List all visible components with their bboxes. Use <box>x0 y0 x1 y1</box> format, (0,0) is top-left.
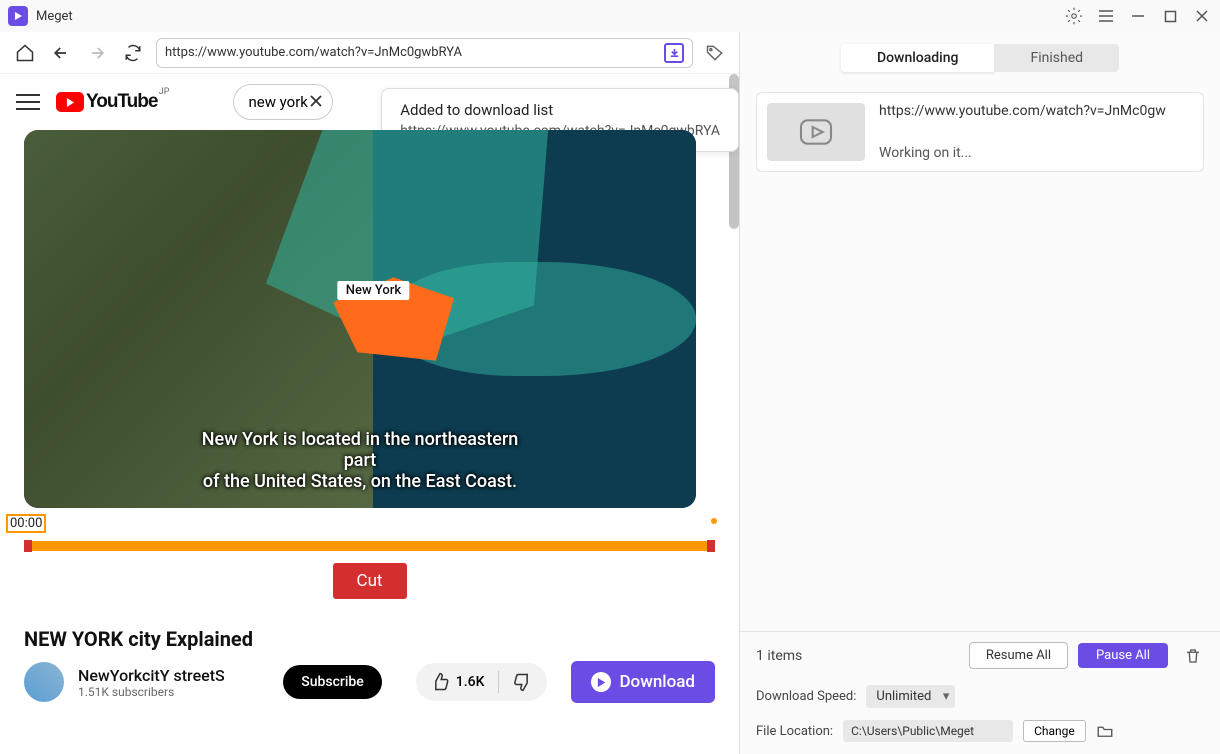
close-button[interactable] <box>1192 6 1212 26</box>
dislike-button[interactable] <box>499 663 547 701</box>
youtube-menu-icon[interactable] <box>16 90 40 114</box>
subscribe-button[interactable]: Subscribe <box>283 665 382 699</box>
youtube-logo[interactable]: YouTube JP <box>56 91 157 113</box>
url-input[interactable] <box>165 45 664 60</box>
open-folder-icon[interactable] <box>1096 722 1114 740</box>
url-bar[interactable] <box>156 38 693 68</box>
file-location-input[interactable] <box>843 720 1013 742</box>
video-title: NEW YORK city Explained <box>24 627 715 651</box>
download-pane: Downloading Finished https://www.youtube… <box>740 32 1220 754</box>
download-speed-select[interactable]: Unlimited <box>866 685 955 708</box>
video-caption: New York is located in the northeastern … <box>192 429 528 492</box>
download-icon <box>591 672 611 692</box>
trim-handle-left[interactable] <box>24 540 32 552</box>
time-start-label: 00:00 <box>6 514 46 533</box>
download-item[interactable]: https://www.youtube.com/watch?v=JnMc0gw … <box>756 92 1204 172</box>
clear-search-icon[interactable] <box>308 93 326 111</box>
app-logo <box>8 6 28 26</box>
download-tabs: Downloading Finished <box>740 32 1220 84</box>
page-content: YouTube JP Added to download list https:… <box>0 74 739 754</box>
url-download-icon[interactable] <box>664 43 684 63</box>
minimize-button[interactable] <box>1128 6 1148 26</box>
download-speed-label: Download Speed: <box>756 689 856 704</box>
app-title: Meget <box>36 9 1064 24</box>
resume-all-button[interactable]: Resume All <box>969 642 1068 669</box>
file-location-label: File Location: <box>756 724 833 739</box>
youtube-header: YouTube JP Added to download list https:… <box>0 74 739 130</box>
download-footer: 1 items Resume All Pause All Download Sp… <box>740 631 1220 754</box>
reload-button[interactable] <box>120 40 146 66</box>
settings-icon[interactable] <box>1064 6 1084 26</box>
channel-avatar[interactable] <box>24 662 64 702</box>
download-count: 1 items <box>756 648 959 664</box>
download-button[interactable]: Download <box>571 661 715 703</box>
trash-icon[interactable] <box>1184 647 1204 665</box>
change-location-button[interactable]: Change <box>1023 720 1086 742</box>
back-button[interactable] <box>48 40 74 66</box>
timeline-bar[interactable] <box>24 541 715 551</box>
hamburger-icon[interactable] <box>1096 6 1116 26</box>
download-list: https://www.youtube.com/watch?v=JnMc0gw … <box>740 84 1220 631</box>
browser-toolbar <box>0 32 739 74</box>
like-count: 1.6K <box>456 674 485 690</box>
youtube-search-input[interactable] <box>248 93 308 111</box>
youtube-search[interactable] <box>233 84 333 120</box>
titlebar: Meget <box>0 0 1220 32</box>
cut-button[interactable]: Cut <box>333 563 407 599</box>
like-button[interactable]: 1.6K <box>416 663 499 701</box>
channel-name[interactable]: NewYorkcitY streetS <box>78 666 269 685</box>
timeline: 00:00 <box>0 508 739 551</box>
toast-title: Added to download list <box>400 101 720 119</box>
forward-button[interactable] <box>84 40 110 66</box>
pause-all-button[interactable]: Pause All <box>1078 643 1168 668</box>
download-thumbnail <box>767 103 865 161</box>
download-item-url: https://www.youtube.com/watch?v=JnMc0gw <box>879 103 1166 119</box>
tab-downloading[interactable]: Downloading <box>841 44 995 72</box>
home-button[interactable] <box>12 40 38 66</box>
browser-pane: YouTube JP Added to download list https:… <box>0 32 740 754</box>
trim-handle-right[interactable] <box>707 540 715 552</box>
tab-finished[interactable]: Finished <box>994 44 1119 72</box>
map-label: New York <box>338 281 409 300</box>
maximize-button[interactable] <box>1160 6 1180 26</box>
tag-icon[interactable] <box>703 41 727 65</box>
download-item-status: Working on it... <box>879 145 1166 161</box>
channel-subscribers: 1.51K subscribers <box>78 685 269 699</box>
time-end-dot <box>711 518 717 524</box>
video-player[interactable]: New York New York is located in the nort… <box>24 130 696 508</box>
